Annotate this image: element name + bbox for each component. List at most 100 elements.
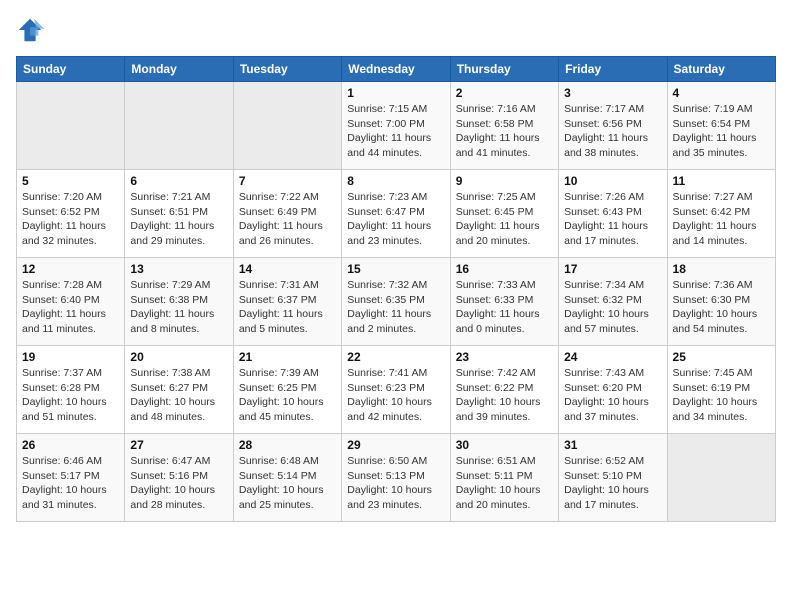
calendar-day-cell: 30 Sunrise: 6:51 AMSunset: 5:11 PMDayligh… — [450, 434, 558, 522]
calendar-week-row: 12Sunrise: 7:28 AMSunset: 6:40 PMDayligh… — [17, 258, 776, 346]
day-number: 9 — [456, 174, 553, 188]
day-detail: Sunrise: 7:21 AMSunset: 6:51 PMDaylight:… — [130, 190, 227, 249]
day-number: 11 — [673, 174, 770, 188]
day-detail: Sunrise: 6:48 AMSunset: 5:14 PMDaylight:… — [239, 454, 336, 513]
calendar-day-cell: 17 Sunrise: 7:34 AMSunset: 6:32 PMDayligh… — [559, 258, 667, 346]
calendar-day-cell: 25 Sunrise: 7:45 AMSunset: 6:19 PMDayligh… — [667, 346, 775, 434]
calendar-day-cell: 31 Sunrise: 6:52 AMSunset: 5:10 PMDayligh… — [559, 434, 667, 522]
day-number: 4 — [673, 86, 770, 100]
day-number: 20 — [130, 350, 227, 364]
day-detail: Sunrise: 7:28 AMSunset: 6:40 PMDaylight:… — [22, 278, 119, 337]
day-number: 25 — [673, 350, 770, 364]
day-detail: Sunrise: 7:32 AMSunset: 6:35 PMDaylight:… — [347, 278, 444, 337]
day-number: 1 — [347, 86, 444, 100]
day-detail: Sunrise: 7:37 AMSunset: 6:28 PMDaylight:… — [22, 366, 119, 425]
day-detail: Sunrise: 7:38 AMSunset: 6:27 PMDaylight:… — [130, 366, 227, 425]
day-detail: Sunrise: 7:33 AMSunset: 6:33 PMDaylight:… — [456, 278, 553, 337]
calendar-day-cell: 18Sunrise: 7:36 AMSunset: 6:30 PMDayligh… — [667, 258, 775, 346]
calendar-day-cell — [233, 82, 341, 170]
day-number: 30 — [456, 438, 553, 452]
calendar-day-cell: 12Sunrise: 7:28 AMSunset: 6:40 PMDayligh… — [17, 258, 125, 346]
day-detail: Sunrise: 7:19 AMSunset: 6:54 PMDaylight:… — [673, 102, 770, 161]
calendar-day-cell: 26 Sunrise: 6:46 AMSunset: 5:17 PMDayligh… — [17, 434, 125, 522]
day-of-week-header: Saturday — [667, 57, 775, 82]
day-number: 8 — [347, 174, 444, 188]
calendar-day-cell: 20 Sunrise: 7:38 AMSunset: 6:27 PMDayligh… — [125, 346, 233, 434]
day-detail: Sunrise: 7:22 AMSunset: 6:49 PMDaylight:… — [239, 190, 336, 249]
calendar-day-cell: 24Sunrise: 7:43 AMSunset: 6:20 PMDayligh… — [559, 346, 667, 434]
calendar-day-cell: 22 Sunrise: 7:41 AMSunset: 6:23 PMDayligh… — [342, 346, 450, 434]
calendar-day-cell: 27Sunrise: 6:47 AMSunset: 5:16 PMDayligh… — [125, 434, 233, 522]
day-detail: Sunrise: 7:41 AMSunset: 6:23 PMDaylight:… — [347, 366, 444, 425]
day-of-week-header: Friday — [559, 57, 667, 82]
day-detail: Sunrise: 7:31 AMSunset: 6:37 PMDaylight:… — [239, 278, 336, 337]
day-of-week-header: Wednesday — [342, 57, 450, 82]
day-number: 15 — [347, 262, 444, 276]
page-header — [16, 16, 776, 44]
day-number: 22 — [347, 350, 444, 364]
day-number: 27 — [130, 438, 227, 452]
calendar-day-cell: 2Sunrise: 7:16 AMSunset: 6:58 PMDaylight… — [450, 82, 558, 170]
day-detail: Sunrise: 7:34 AMSunset: 6:32 PMDaylight:… — [564, 278, 661, 337]
calendar-day-cell: 23 Sunrise: 7:42 AMSunset: 6:22 PMDayligh… — [450, 346, 558, 434]
day-detail: Sunrise: 6:52 AMSunset: 5:10 PMDaylight:… — [564, 454, 661, 513]
day-number: 29 — [347, 438, 444, 452]
calendar-day-cell: 16Sunrise: 7:33 AMSunset: 6:33 PMDayligh… — [450, 258, 558, 346]
day-number: 2 — [456, 86, 553, 100]
day-detail: Sunrise: 7:15 AMSunset: 7:00 PMDaylight:… — [347, 102, 444, 161]
calendar-day-cell: 15 Sunrise: 7:32 AMSunset: 6:35 PMDayligh… — [342, 258, 450, 346]
calendar-day-cell: 10 Sunrise: 7:26 AMSunset: 6:43 PMDayligh… — [559, 170, 667, 258]
day-detail: Sunrise: 7:36 AMSunset: 6:30 PMDaylight:… — [673, 278, 770, 337]
calendar-table: SundayMondayTuesdayWednesdayThursdayFrid… — [16, 56, 776, 522]
day-detail: Sunrise: 7:42 AMSunset: 6:22 PMDaylight:… — [456, 366, 553, 425]
day-number: 24 — [564, 350, 661, 364]
calendar-day-cell: 28 Sunrise: 6:48 AMSunset: 5:14 PMDayligh… — [233, 434, 341, 522]
calendar-day-cell: 13 Sunrise: 7:29 AMSunset: 6:38 PMDayligh… — [125, 258, 233, 346]
day-number: 31 — [564, 438, 661, 452]
logo — [16, 16, 48, 44]
calendar-day-cell: 1 Sunrise: 7:15 AMSunset: 7:00 PMDaylight… — [342, 82, 450, 170]
day-number: 13 — [130, 262, 227, 276]
calendar-day-cell: 4 Sunrise: 7:19 AMSunset: 6:54 PMDaylight… — [667, 82, 775, 170]
day-of-week-header: Monday — [125, 57, 233, 82]
calendar-week-row: 5Sunrise: 7:20 AMSunset: 6:52 PMDaylight… — [17, 170, 776, 258]
day-of-week-header: Sunday — [17, 57, 125, 82]
calendar-day-cell: 3Sunrise: 7:17 AMSunset: 6:56 PMDaylight… — [559, 82, 667, 170]
calendar-day-cell: 19 Sunrise: 7:37 AMSunset: 6:28 PMDayligh… — [17, 346, 125, 434]
day-detail: Sunrise: 7:39 AMSunset: 6:25 PMDaylight:… — [239, 366, 336, 425]
day-detail: Sunrise: 7:23 AMSunset: 6:47 PMDaylight:… — [347, 190, 444, 249]
day-number: 7 — [239, 174, 336, 188]
day-of-week-header: Thursday — [450, 57, 558, 82]
day-detail: Sunrise: 7:27 AMSunset: 6:42 PMDaylight:… — [673, 190, 770, 249]
day-detail: Sunrise: 7:25 AMSunset: 6:45 PMDaylight:… — [456, 190, 553, 249]
calendar-day-cell — [667, 434, 775, 522]
day-number: 26 — [22, 438, 119, 452]
day-number: 28 — [239, 438, 336, 452]
day-detail: Sunrise: 7:45 AMSunset: 6:19 PMDaylight:… — [673, 366, 770, 425]
logo-icon — [16, 16, 44, 44]
day-number: 10 — [564, 174, 661, 188]
day-number: 21 — [239, 350, 336, 364]
calendar-day-cell: 9 Sunrise: 7:25 AMSunset: 6:45 PMDaylight… — [450, 170, 558, 258]
calendar-day-cell: 8 Sunrise: 7:23 AMSunset: 6:47 PMDaylight… — [342, 170, 450, 258]
calendar-week-row: 1 Sunrise: 7:15 AMSunset: 7:00 PMDaylight… — [17, 82, 776, 170]
day-detail: Sunrise: 7:29 AMSunset: 6:38 PMDaylight:… — [130, 278, 227, 337]
day-of-week-header: Tuesday — [233, 57, 341, 82]
calendar-day-cell: 11 Sunrise: 7:27 AMSunset: 6:42 PMDayligh… — [667, 170, 775, 258]
day-detail: Sunrise: 7:20 AMSunset: 6:52 PMDaylight:… — [22, 190, 119, 249]
day-detail: Sunrise: 6:46 AMSunset: 5:17 PMDaylight:… — [22, 454, 119, 513]
calendar-day-cell — [125, 82, 233, 170]
calendar-day-cell: 6 Sunrise: 7:21 AMSunset: 6:51 PMDaylight… — [125, 170, 233, 258]
calendar-week-row: 19 Sunrise: 7:37 AMSunset: 6:28 PMDayligh… — [17, 346, 776, 434]
day-number: 19 — [22, 350, 119, 364]
day-number: 17 — [564, 262, 661, 276]
day-number: 14 — [239, 262, 336, 276]
calendar-day-cell: 29Sunrise: 6:50 AMSunset: 5:13 PMDayligh… — [342, 434, 450, 522]
day-detail: Sunrise: 7:26 AMSunset: 6:43 PMDaylight:… — [564, 190, 661, 249]
day-detail: Sunrise: 6:51 AMSunset: 5:11 PMDaylight:… — [456, 454, 553, 513]
calendar-week-row: 26 Sunrise: 6:46 AMSunset: 5:17 PMDayligh… — [17, 434, 776, 522]
day-number: 3 — [564, 86, 661, 100]
calendar-day-cell: 5Sunrise: 7:20 AMSunset: 6:52 PMDaylight… — [17, 170, 125, 258]
day-number: 23 — [456, 350, 553, 364]
day-number: 6 — [130, 174, 227, 188]
